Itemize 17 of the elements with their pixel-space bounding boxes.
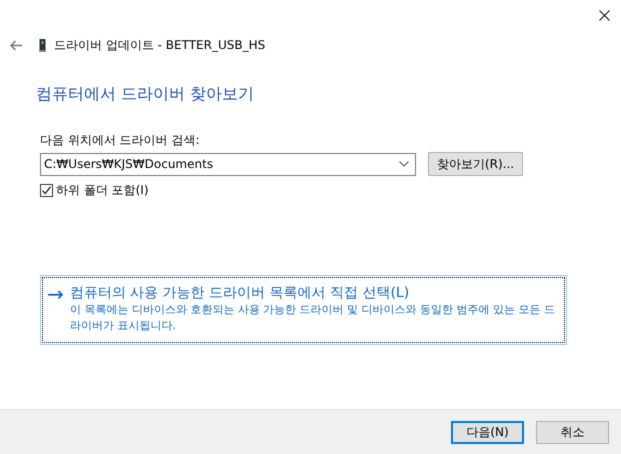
- back-icon[interactable]: [10, 40, 23, 50]
- window-title: 드라이버 업데이트 - BETTER_USB_HS: [54, 36, 266, 54]
- search-label: 다음 위치에서 드라이버 검색:: [40, 132, 200, 148]
- usb-device-icon: [39, 38, 46, 52]
- arrow-icon: →: [47, 284, 64, 334]
- checkbox-label[interactable]: 하위 폴더 포함(I): [56, 182, 149, 199]
- dialog-button[interactable]: 다음(N): [451, 420, 524, 444]
- browse-button[interactable]: 찾아보기(R)...: [428, 152, 523, 176]
- option-title: 컴퓨터의 사용 가능한 드라이버 목록에서 직접 선택(L): [70, 284, 410, 302]
- option-description: 이 목록에는 디바이스와 호환되는 사용 가능한 드라이버 및 디바이스와 동일한 범주에 있는 모든 드라이버가 표시됩니다.: [70, 302, 556, 334]
- close-icon[interactable]: [599, 10, 610, 20]
- manual-pick-link[interactable]: → 컴퓨터의 사용 가능한 드라이버 목록에서 직접 선택(L) 이 목록에는 디바이스와 호환되는 사용 가능한 드라이버 및 디바이스와 동일한 범주에 있는 모든 드라이버가 표시됩니다.: [40, 275, 567, 345]
- checkbox[interactable]: [40, 184, 53, 197]
- path-combo-box[interactable]: C:₩Users₩KJS₩Documents: [40, 152, 416, 176]
- dialog-button[interactable]: 취소: [536, 420, 609, 444]
- page-heading: 컴퓨터에서 드라이버 찾아보기: [36, 84, 256, 105]
- chevron-down-icon: [399, 161, 409, 167]
